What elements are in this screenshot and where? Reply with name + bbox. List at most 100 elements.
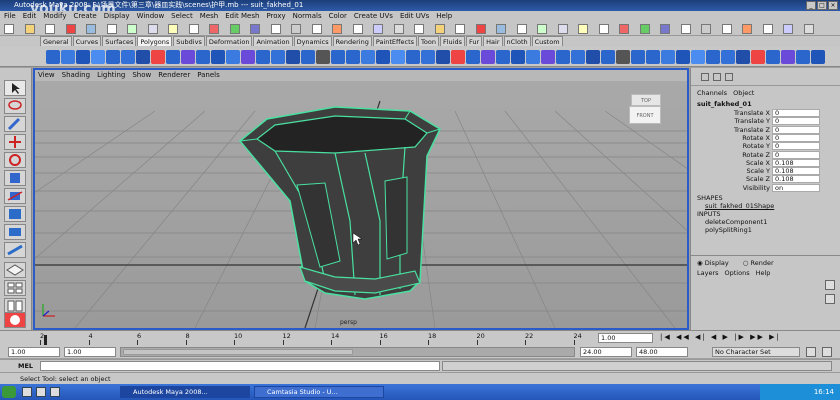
panel-layout-icon[interactable] xyxy=(701,73,709,81)
shelf-tab-fur[interactable]: Fur xyxy=(465,36,483,46)
menu-display[interactable]: Display xyxy=(104,12,130,20)
polygon-tool-icon[interactable] xyxy=(286,50,300,64)
attribute-row[interactable]: Scale Y 0.108 xyxy=(691,167,840,176)
attribute-row[interactable]: Translate X0 xyxy=(691,109,840,117)
polygon-tool-icon[interactable] xyxy=(196,50,210,64)
status-line-tool-icon[interactable] xyxy=(496,24,506,34)
status-line-tool-icon[interactable] xyxy=(332,24,342,34)
polygon-tool-icon[interactable] xyxy=(676,50,690,64)
polygon-tool-icon[interactable] xyxy=(226,50,240,64)
status-line-tool-icon[interactable] xyxy=(393,24,404,34)
polygon-tool-icon[interactable] xyxy=(586,50,600,64)
playback-start-field[interactable]: 1.00 xyxy=(64,347,116,357)
status-line-tool-icon[interactable] xyxy=(742,24,752,34)
polygon-tool-icon[interactable] xyxy=(751,50,765,64)
attribute-row[interactable]: Translate Y0 xyxy=(691,117,840,126)
viewport-menu-panels[interactable]: Panels xyxy=(197,71,220,79)
polygon-tool-icon[interactable] xyxy=(46,50,60,64)
status-line-tool-icon[interactable] xyxy=(188,24,199,34)
polygon-tool-icon[interactable] xyxy=(811,50,825,64)
attribute-value-field[interactable]: 0 xyxy=(772,109,820,117)
polygon-tool-icon[interactable] xyxy=(601,50,615,64)
status-line-tool-icon[interactable] xyxy=(721,24,732,34)
view-cube-front[interactable]: FRONT xyxy=(629,106,661,124)
status-line-tool-icon[interactable] xyxy=(783,24,793,34)
menu-normals[interactable]: Normals xyxy=(293,12,322,20)
viewport-menu-view[interactable]: View xyxy=(38,71,55,79)
object-menu[interactable]: Object xyxy=(733,89,754,97)
layer-menu-options[interactable]: Options xyxy=(725,269,750,277)
shelf-tab-curves[interactable]: Curves xyxy=(72,36,102,46)
playback-end-field[interactable]: 24.00 xyxy=(580,347,632,357)
polygon-tool-icon[interactable] xyxy=(391,50,405,64)
polygon-tool-icon[interactable] xyxy=(721,50,735,64)
status-line-tool-icon[interactable] xyxy=(414,24,424,34)
status-line-tool-icon[interactable] xyxy=(127,24,137,34)
polygon-tool-icon[interactable] xyxy=(181,50,195,64)
menu-proxy[interactable]: Proxy xyxy=(266,12,285,20)
status-line-tool-icon[interactable] xyxy=(311,24,322,34)
display-radio[interactable]: ◉ Display xyxy=(697,259,729,267)
polygon-tool-icon[interactable] xyxy=(481,50,495,64)
menu-create-uvs[interactable]: Create UVs xyxy=(354,12,393,20)
status-line-tool-icon[interactable] xyxy=(475,24,486,34)
shelf-tab-fluids[interactable]: Fluids xyxy=(439,36,465,46)
layout-four-icon[interactable] xyxy=(4,280,26,296)
range-handle[interactable] xyxy=(123,349,353,355)
attribute-value-field[interactable]: 0.108 xyxy=(772,167,820,176)
rotate-tool-icon[interactable] xyxy=(4,152,26,168)
status-line-tool-icon[interactable] xyxy=(701,24,711,34)
minimize-button[interactable]: _ xyxy=(806,1,816,10)
polygon-tool-icon[interactable] xyxy=(376,50,390,64)
polygon-tool-icon[interactable] xyxy=(91,50,105,64)
status-line-tool-icon[interactable] xyxy=(455,24,465,34)
quicklaunch-icon[interactable] xyxy=(50,387,60,397)
layer-menu-help[interactable]: Help xyxy=(756,269,771,277)
shelf-tab-hair[interactable]: Hair xyxy=(483,36,503,46)
object-name[interactable]: suit_fakhed_01 xyxy=(697,100,752,108)
quicklaunch-icon[interactable] xyxy=(22,387,32,397)
status-line-tool-icon[interactable] xyxy=(270,24,281,34)
status-line-tool-icon[interactable] xyxy=(762,24,773,34)
paint-select-tool-icon[interactable] xyxy=(4,116,26,132)
menu-mesh[interactable]: Mesh xyxy=(200,12,218,20)
last-tool-icon[interactable] xyxy=(4,242,26,258)
layout-single-icon[interactable] xyxy=(4,262,26,278)
status-line-tool-icon[interactable] xyxy=(578,24,588,34)
viewport-menu-renderer[interactable]: Renderer xyxy=(158,71,190,79)
attribute-value-field[interactable]: 0 xyxy=(772,125,820,134)
start-button[interactable] xyxy=(2,386,16,398)
shelf-tab-dynamics[interactable]: Dynamics xyxy=(293,36,332,46)
polygon-tool-icon[interactable] xyxy=(271,50,285,64)
perspective-viewport[interactable]: View Shading Lighting Show Renderer Panels xyxy=(33,68,689,330)
menu-color[interactable]: Color xyxy=(329,12,347,20)
polygon-tool-icon[interactable] xyxy=(406,50,420,64)
attribute-value-field[interactable]: 0.108 xyxy=(772,175,820,184)
render-radio[interactable]: ○ Render xyxy=(743,259,774,267)
attribute-value-field[interactable]: 0.108 xyxy=(772,158,820,167)
move-tool-icon[interactable] xyxy=(4,134,26,150)
polygon-tool-icon[interactable] xyxy=(121,50,135,64)
status-line-tool-icon[interactable] xyxy=(24,24,35,34)
key-icon[interactable] xyxy=(806,347,816,357)
polygon-tool-icon[interactable] xyxy=(256,50,270,64)
playback-buttons-icon[interactable]: |◀ ◀◀ ◀| ◀ ▶ |▶ ▶▶ ▶| xyxy=(660,333,781,341)
show-manipulator-icon[interactable] xyxy=(4,224,26,240)
status-line-tool-icon[interactable] xyxy=(250,24,260,34)
time-slider[interactable]: 2 4 6 8 10 12 14 16 18 20 22 24 1.00 |◀ ◀◀ ◀| ◀ ▶ |… xyxy=(0,330,840,345)
status-line-tool-icon[interactable] xyxy=(168,24,178,34)
attribute-row[interactable]: Scale Z 0.108 xyxy=(691,175,840,184)
shelf-tab-deformation[interactable]: Deformation xyxy=(205,36,253,46)
menu-select[interactable]: Select xyxy=(171,12,193,20)
shelf-tab-ncloth[interactable]: nCloth xyxy=(503,36,531,46)
status-line-tool-icon[interactable] xyxy=(537,24,547,34)
viewport-menu-shading[interactable]: Shading xyxy=(62,71,90,79)
select-tool-icon[interactable] xyxy=(4,80,26,96)
attribute-value-field[interactable]: on xyxy=(772,183,820,192)
maya-logo-icon[interactable] xyxy=(4,312,26,328)
status-line-tool-icon[interactable] xyxy=(106,24,117,34)
attribute-row[interactable]: Scale X 0.108 xyxy=(691,158,840,167)
status-line-tool-icon[interactable] xyxy=(557,24,568,34)
input-node[interactable]: deleteComponent1 xyxy=(705,218,767,226)
status-line-tool-icon[interactable] xyxy=(619,24,629,34)
